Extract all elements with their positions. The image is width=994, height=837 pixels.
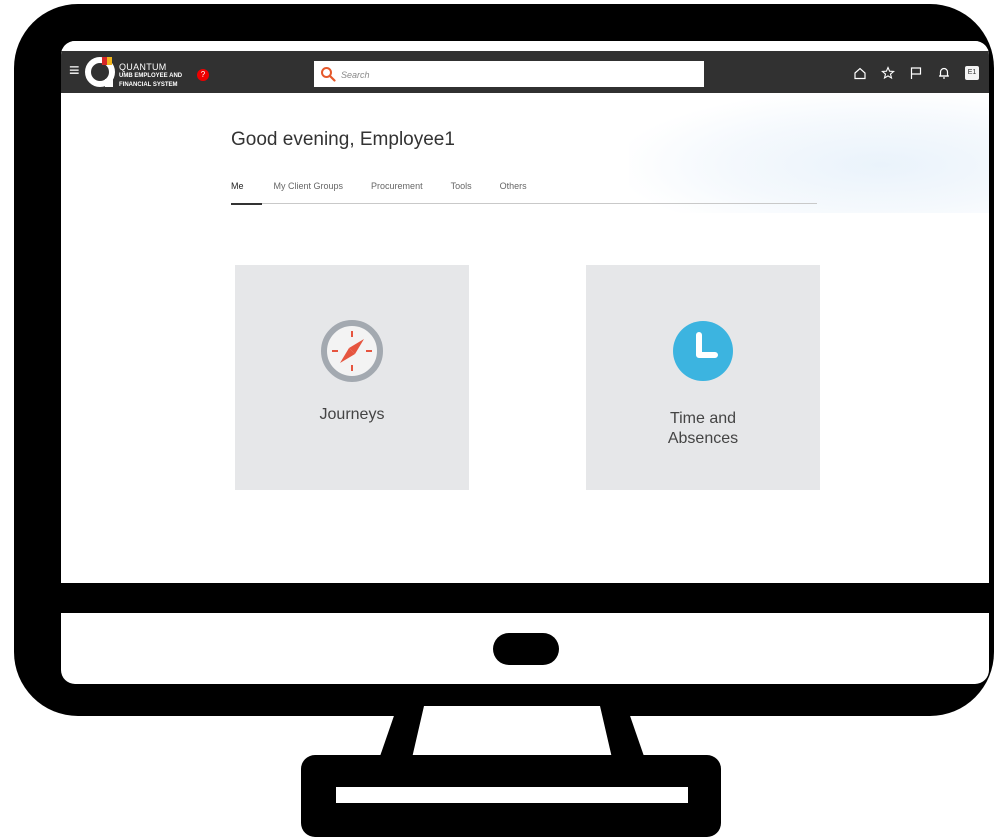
header-actions: E1 bbox=[853, 61, 979, 85]
page-greeting: Good evening, Employee1 bbox=[231, 129, 455, 150]
tab-tools[interactable]: Tools bbox=[451, 181, 488, 203]
monitor-stand-neck-cutout bbox=[412, 706, 612, 758]
time-and-absences-tile-label: Time and Absences bbox=[586, 409, 820, 449]
user-avatar[interactable]: E1 bbox=[965, 66, 979, 80]
app-screen: ≡ QUANTUM UMB EMPLOYEE AND FINANCIAL SYS… bbox=[61, 41, 989, 583]
logo-subtitle-line1: UMB EMPLOYEE AND bbox=[119, 73, 183, 79]
logo-title: QUANTUM bbox=[119, 62, 167, 72]
search-box[interactable] bbox=[314, 61, 704, 87]
favorites-star-icon[interactable] bbox=[881, 66, 895, 80]
help-badge[interactable]: ? bbox=[197, 69, 209, 81]
search-input[interactable] bbox=[339, 64, 698, 86]
navigation-tabs: Me My Client Groups Procurement Tools Ot… bbox=[231, 181, 817, 205]
logo-text: QUANTUM UMB EMPLOYEE AND FINANCIAL SYSTE… bbox=[119, 63, 182, 90]
tile-label-line2: Absences bbox=[667, 430, 739, 447]
home-icon[interactable] bbox=[853, 66, 867, 80]
search-icon[interactable] bbox=[320, 66, 336, 82]
tab-others[interactable]: Others bbox=[500, 181, 543, 203]
tab-my-client-groups[interactable]: My Client Groups bbox=[274, 181, 360, 203]
menu-icon[interactable]: ≡ bbox=[69, 61, 83, 79]
monitor-bezel bbox=[61, 583, 989, 613]
notifications-bell-icon[interactable] bbox=[937, 66, 951, 80]
flag-icon[interactable] bbox=[909, 66, 923, 80]
quantum-logo-icon[interactable] bbox=[83, 55, 117, 89]
monitor-screen: ≡ QUANTUM UMB EMPLOYEE AND FINANCIAL SYS… bbox=[61, 41, 989, 684]
journeys-tile[interactable]: Journeys bbox=[235, 265, 469, 490]
tile-label-line1: Time and bbox=[669, 410, 737, 427]
springboard-content: Good evening, Employee1 Me My Client Gro… bbox=[61, 93, 989, 583]
compass-icon bbox=[321, 320, 383, 382]
journeys-tile-label: Journeys bbox=[319, 406, 385, 423]
clock-icon bbox=[673, 321, 733, 381]
logo-subtitle-line2: FINANCIAL SYSTEM bbox=[119, 82, 178, 88]
monitor-power-button bbox=[493, 633, 559, 665]
time-and-absences-tile[interactable]: Time and Absences bbox=[586, 265, 820, 490]
global-header: ≡ QUANTUM UMB EMPLOYEE AND FINANCIAL SYS… bbox=[61, 51, 989, 93]
tab-procurement[interactable]: Procurement bbox=[371, 181, 439, 203]
tab-me[interactable]: Me bbox=[231, 181, 262, 205]
monitor-frame: ≡ QUANTUM UMB EMPLOYEE AND FINANCIAL SYS… bbox=[14, 4, 994, 716]
monitor-stand-base-cutout bbox=[336, 787, 688, 803]
